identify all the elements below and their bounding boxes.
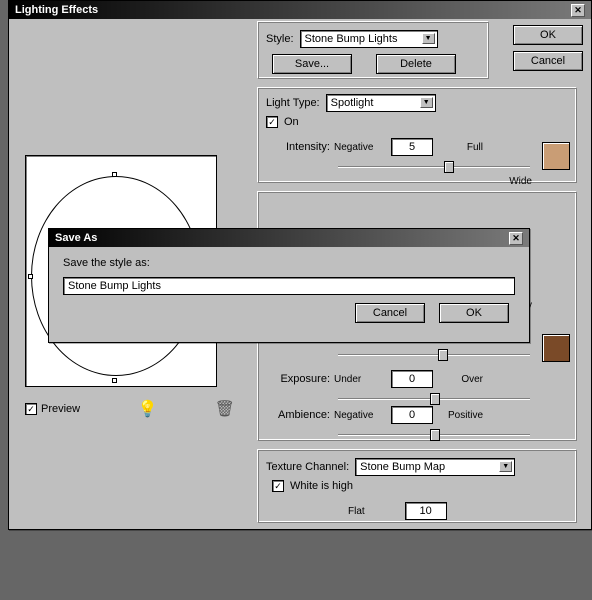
focus-wide-label: Wide: [509, 176, 532, 187]
intensity-full-label: Full: [435, 142, 483, 153]
style-value: Stone Bump Lights: [305, 33, 398, 45]
on-label: On: [284, 116, 299, 128]
exposure-label: Exposure:: [266, 373, 334, 385]
ambience-positive-label: Positive: [435, 410, 483, 421]
style-dropdown[interactable]: Stone Bump Lights: [300, 30, 438, 48]
light-type-value: Spotlight: [331, 97, 374, 109]
close-icon[interactable]: ✕: [509, 232, 523, 245]
saveas-titlebar: Save As ✕: [49, 229, 529, 247]
intensity-negative-label: Negative: [334, 142, 389, 153]
saveas-cancel-button[interactable]: Cancel: [355, 303, 425, 323]
save-button[interactable]: Save...: [272, 54, 352, 74]
ambience-input[interactable]: 0: [391, 406, 433, 424]
light-handle[interactable]: [112, 378, 117, 383]
style-label: Style:: [266, 33, 294, 45]
preview-label: Preview: [41, 403, 80, 415]
saveas-prompt: Save the style as:: [63, 257, 515, 269]
ambience-negative-label: Negative: [334, 410, 389, 421]
white-is-high-checkbox[interactable]: ✓: [272, 480, 284, 492]
cancel-button[interactable]: Cancel: [513, 51, 583, 71]
exposure-under-label: Under: [334, 374, 389, 385]
light-type-dropdown[interactable]: Spotlight: [326, 94, 436, 112]
saveas-title: Save As: [55, 232, 97, 244]
intensity-label: Intensity:: [266, 141, 334, 153]
dialog-title: Lighting Effects: [15, 4, 98, 16]
exposure-over-label: Over: [435, 374, 483, 385]
trash-icon[interactable]: 🗑: [215, 399, 235, 419]
texture-channel-dropdown[interactable]: Stone Bump Map: [355, 458, 515, 476]
lightbulb-icon[interactable]: 💡: [137, 399, 157, 419]
material-slider[interactable]: [338, 348, 530, 362]
height-flat-label: Flat: [348, 506, 365, 517]
titlebar: Lighting Effects ✕: [9, 1, 591, 19]
exposure-slider[interactable]: [338, 392, 530, 406]
light-color-swatch[interactable]: [542, 142, 570, 170]
height-input[interactable]: 10: [405, 502, 447, 520]
save-as-dialog: Save As ✕ Save the style as: Stone Bump …: [48, 228, 530, 343]
light-handle[interactable]: [112, 172, 117, 177]
intensity-input[interactable]: 5: [391, 138, 433, 156]
white-is-high-label: White is high: [290, 480, 353, 492]
light-type-label: Light Type:: [266, 97, 320, 109]
texture-channel-label: Texture Channel:: [266, 461, 349, 473]
delete-button[interactable]: Delete: [376, 54, 456, 74]
on-checkbox[interactable]: ✓: [266, 116, 278, 128]
saveas-name-input[interactable]: Stone Bump Lights: [63, 277, 515, 295]
texture-channel-value: Stone Bump Map: [360, 461, 445, 473]
ambience-label: Ambience:: [266, 409, 334, 421]
saveas-ok-button[interactable]: OK: [439, 303, 509, 323]
intensity-slider[interactable]: [338, 160, 530, 174]
ok-button[interactable]: OK: [513, 25, 583, 45]
close-icon[interactable]: ✕: [571, 4, 585, 17]
light-handle[interactable]: [28, 274, 33, 279]
ambience-slider[interactable]: [338, 428, 530, 442]
exposure-input[interactable]: 0: [391, 370, 433, 388]
material-color-swatch[interactable]: [542, 334, 570, 362]
preview-checkbox[interactable]: ✓: [25, 403, 37, 415]
